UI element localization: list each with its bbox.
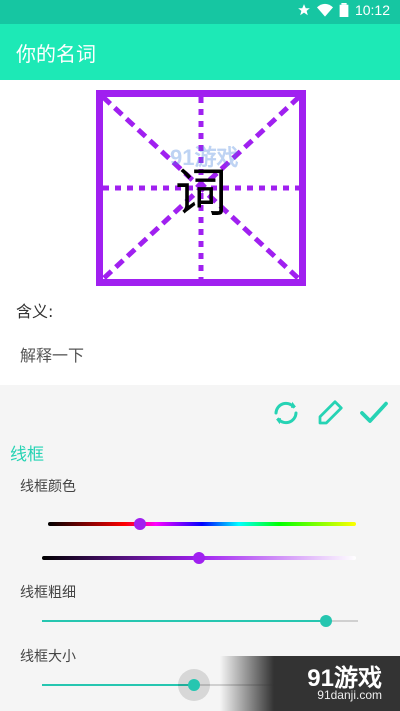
size-slider-thumb[interactable] bbox=[187, 679, 200, 691]
watermark-url: 91danji.com bbox=[317, 688, 382, 702]
check-icon bbox=[360, 401, 388, 423]
watermark-overlay: 91游戏 91danji.com bbox=[220, 656, 400, 711]
meaning-text[interactable]: 解释一下 bbox=[20, 342, 84, 366]
edit-button[interactable] bbox=[312, 395, 348, 431]
size-slider-fill bbox=[42, 684, 194, 686]
border-color-label: 线框颜色 bbox=[20, 479, 76, 495]
star-icon bbox=[298, 4, 310, 16]
character-grid[interactable]: 词 bbox=[96, 90, 306, 286]
refresh-icon bbox=[274, 401, 298, 425]
status-bar: 10:12 bbox=[0, 0, 400, 24]
refresh-button[interactable] bbox=[268, 395, 304, 431]
border-size-label: 线框大小 bbox=[20, 649, 76, 665]
thickness-slider-fill bbox=[42, 620, 327, 622]
app-bar: 你的名词 bbox=[0, 24, 400, 80]
status-icons: 10:12 bbox=[297, 2, 390, 18]
status-time: 10:12 bbox=[354, 2, 390, 18]
section-title-border: 线框 bbox=[10, 445, 44, 465]
battery-icon bbox=[339, 3, 349, 17]
hue-slider[interactable] bbox=[48, 522, 356, 526]
character-glyph: 词 bbox=[174, 163, 227, 224]
wifi-icon bbox=[316, 3, 333, 17]
shade-slider-thumb[interactable] bbox=[193, 552, 205, 564]
edit-icon bbox=[318, 400, 343, 425]
meaning-label: 含义: bbox=[16, 302, 54, 321]
confirm-button[interactable] bbox=[356, 395, 392, 431]
border-thickness-label: 线框粗细 bbox=[20, 585, 76, 601]
page-title: 你的名词 bbox=[16, 42, 96, 66]
image-watermark: 91游戏 bbox=[170, 145, 239, 170]
